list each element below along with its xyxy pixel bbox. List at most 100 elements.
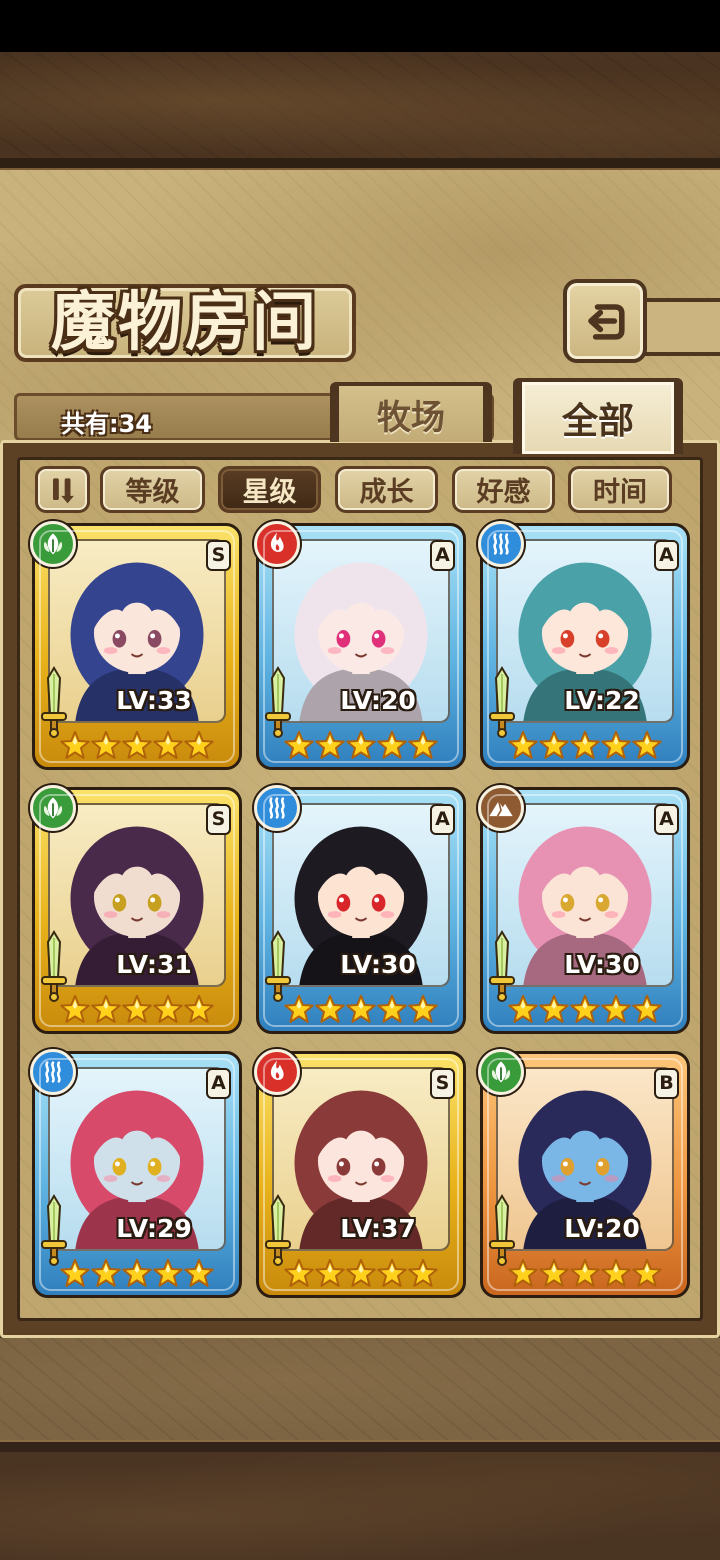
water-element-icon <box>254 785 300 831</box>
title-plaque: 魔物房间 <box>14 284 356 362</box>
fire-element-glyph <box>270 532 284 552</box>
sort-time-button[interactable]: 时间 <box>568 466 672 513</box>
sort-affection-button[interactable]: 好感 <box>452 466 555 513</box>
map-background-top <box>0 52 720 160</box>
nature-element-icon <box>30 521 76 567</box>
tab-ranch-label: 牧场 <box>377 397 445 438</box>
star-icon <box>508 994 538 1023</box>
fire-element-icon <box>254 1049 300 1095</box>
rank-badge: S <box>206 540 231 571</box>
sort-level-button[interactable]: 等级 <box>100 466 205 513</box>
map-background-footer <box>0 1452 720 1560</box>
star-rating <box>259 992 463 1026</box>
nature-element-glyph <box>43 533 63 555</box>
monster-level: LV:30 <box>340 950 416 979</box>
rank-badge: A <box>654 804 679 835</box>
star-icon <box>346 1258 376 1287</box>
star-icon <box>153 730 183 759</box>
water-element-glyph <box>493 533 509 555</box>
top-status-area <box>0 0 720 52</box>
nature-element-icon <box>30 785 76 831</box>
sort-order-icon <box>52 477 74 503</box>
star-icon <box>377 1258 407 1287</box>
nature-element-glyph <box>43 797 63 819</box>
star-rating <box>35 1256 239 1290</box>
page-title: 魔物房间 <box>51 286 319 360</box>
sort-level-label: 等级 <box>125 477 180 508</box>
sort-time-label: 时间 <box>593 477 647 508</box>
sort-growth-button[interactable]: 成长 <box>335 466 438 513</box>
star-rating <box>35 992 239 1026</box>
star-rating <box>35 728 239 762</box>
monster-card[interactable]: B LV:20 <box>478 1049 690 1298</box>
star-rating <box>483 1256 687 1290</box>
star-icon <box>632 1258 662 1287</box>
monster-card[interactable]: S LV:33 <box>30 521 242 770</box>
tab-all[interactable]: 全部 <box>513 378 683 454</box>
monster-card[interactable]: A LV:30 <box>254 785 466 1034</box>
rank-badge: B <box>654 1068 679 1099</box>
star-icon <box>184 994 214 1023</box>
star-icon <box>601 1258 631 1287</box>
star-icon <box>346 730 376 759</box>
star-icon <box>91 730 121 759</box>
rank-badge: S <box>206 804 231 835</box>
monster-card[interactable]: A LV:20 <box>254 521 466 770</box>
monster-card[interactable]: A LV:29 <box>30 1049 242 1298</box>
earth-element-icon <box>478 785 524 831</box>
star-icon <box>570 730 600 759</box>
sort-affection-label: 好感 <box>476 477 531 508</box>
fire-element-icon <box>254 521 300 567</box>
monster-level: LV:33 <box>116 686 192 715</box>
header-divider <box>0 158 720 170</box>
star-icon <box>408 1258 438 1287</box>
monster-card[interactable]: S LV:31 <box>30 785 242 1034</box>
tab-ranch[interactable]: 牧场 <box>330 382 492 442</box>
sort-order-button[interactable] <box>35 466 90 513</box>
star-icon <box>284 730 314 759</box>
star-icon <box>570 994 600 1023</box>
star-icon <box>284 994 314 1023</box>
star-icon <box>539 730 569 759</box>
footer-divider <box>0 1440 720 1452</box>
star-rating <box>259 1256 463 1290</box>
tab-all-label: 全部 <box>561 401 634 442</box>
star-icon <box>377 994 407 1023</box>
star-icon <box>91 1258 121 1287</box>
star-icon <box>601 994 631 1023</box>
monster-card[interactable]: A LV:22 <box>478 521 690 770</box>
star-icon <box>508 1258 538 1287</box>
star-icon <box>60 730 90 759</box>
star-icon <box>539 994 569 1023</box>
monster-card[interactable]: A LV:30 <box>478 785 690 1034</box>
header-bar <box>640 298 720 356</box>
fire-element-glyph <box>270 1060 284 1080</box>
monster-level: LV:22 <box>564 686 640 715</box>
star-icon <box>632 994 662 1023</box>
star-icon <box>601 730 631 759</box>
star-icon <box>184 1258 214 1287</box>
sort-star-button[interactable]: 星级 <box>218 466 321 513</box>
star-icon <box>539 1258 569 1287</box>
rank-badge: A <box>430 540 455 571</box>
star-icon <box>632 730 662 759</box>
water-element-icon <box>478 521 524 567</box>
star-icon <box>153 1258 183 1287</box>
sort-star-label: 星级 <box>242 477 297 508</box>
star-icon <box>60 1258 90 1287</box>
monster-card[interactable]: S LV:37 <box>254 1049 466 1298</box>
sort-growth-label: 成长 <box>359 477 414 508</box>
star-icon <box>408 994 438 1023</box>
monster-level: LV:31 <box>116 950 192 979</box>
back-button[interactable] <box>563 279 647 363</box>
rank-badge: A <box>430 804 455 835</box>
star-icon <box>153 994 183 1023</box>
star-icon <box>508 730 538 759</box>
monster-level: LV:30 <box>564 950 640 979</box>
star-icon <box>122 994 152 1023</box>
star-icon <box>60 994 90 1023</box>
star-icon <box>315 730 345 759</box>
back-arrow-icon <box>588 304 625 340</box>
earth-element-glyph <box>489 800 513 817</box>
star-icon <box>122 730 152 759</box>
